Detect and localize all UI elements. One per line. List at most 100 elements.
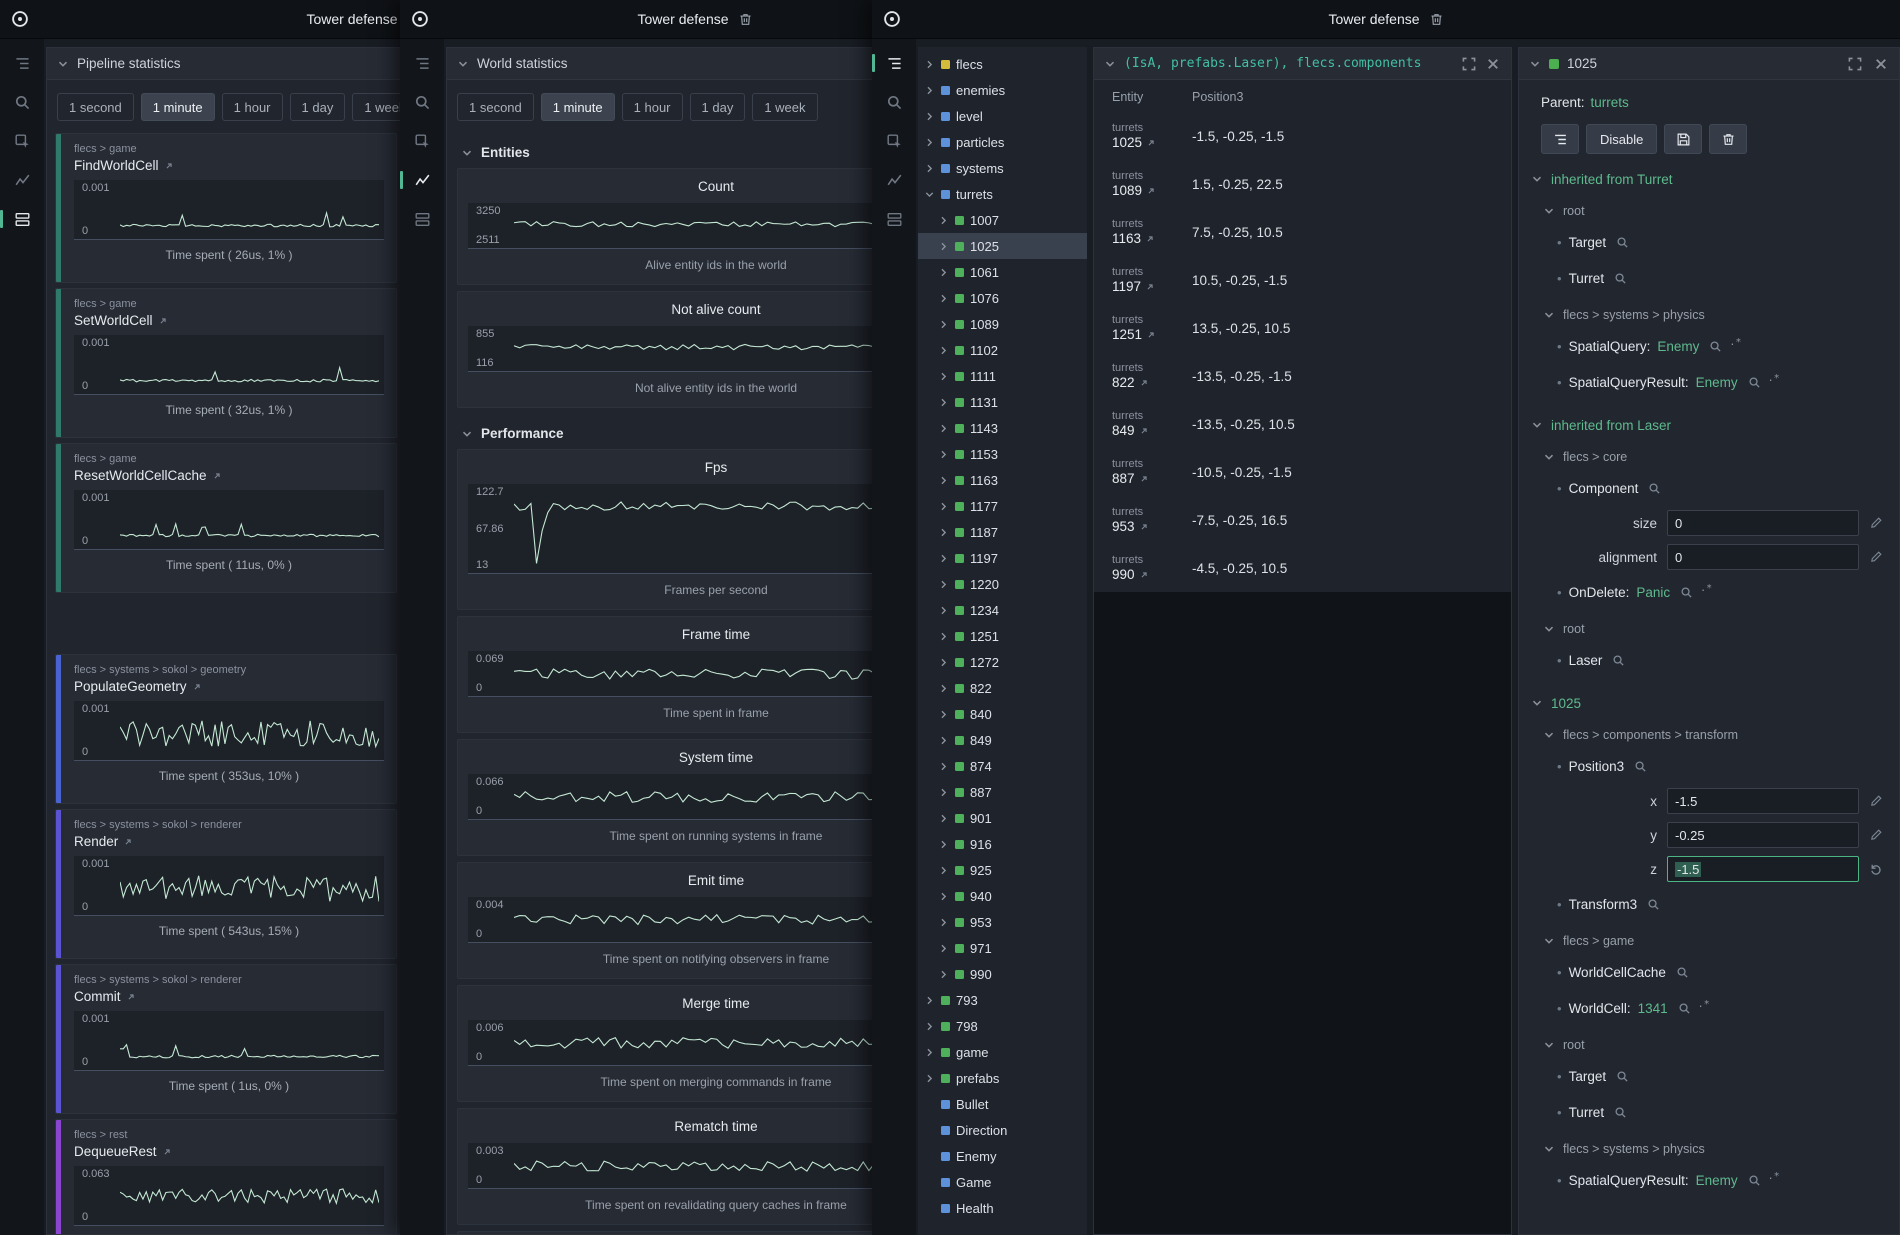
tree-item-Game[interactable]: Game <box>918 1169 1087 1195</box>
tree-item-1234[interactable]: 1234 <box>918 597 1087 623</box>
chevron-down-icon[interactable] <box>1104 58 1116 70</box>
search-icon[interactable] <box>1748 376 1761 389</box>
inspector-scope-heading[interactable]: flecs > systems > physics <box>1531 302 1887 328</box>
tree-item-1089[interactable]: 1089 <box>918 311 1087 337</box>
chevron-down-icon[interactable] <box>1531 697 1543 709</box>
entity-link[interactable]: 1163 <box>1112 231 1192 246</box>
fullscreen-icon[interactable] <box>1847 56 1863 72</box>
chevron-right-icon[interactable] <box>924 995 935 1006</box>
query-row-990[interactable]: turrets990-4.5, -0.25, 10.5 <box>1094 544 1511 592</box>
query-row-1197[interactable]: turrets119710.5, -0.25, -1.5 <box>1094 256 1511 304</box>
chevron-right-icon[interactable] <box>938 293 949 304</box>
disable-button[interactable]: Disable <box>1586 124 1657 154</box>
chevron-right-icon[interactable] <box>938 683 949 694</box>
chevron-right-icon[interactable] <box>938 969 949 980</box>
component-value[interactable]: Enemy <box>1696 1173 1738 1188</box>
trash-icon[interactable] <box>1429 12 1444 27</box>
chevron-down-icon[interactable] <box>461 147 473 159</box>
entity-link[interactable]: 953 <box>1112 519 1192 534</box>
search-icon[interactable] <box>1616 1070 1629 1083</box>
tables-icon[interactable] <box>882 207 906 231</box>
trash-icon[interactable] <box>738 12 753 27</box>
tree-item-1076[interactable]: 1076 <box>918 285 1087 311</box>
close-icon[interactable] <box>1485 56 1501 72</box>
tree-view-button[interactable] <box>1541 124 1579 154</box>
tree-item-1187[interactable]: 1187 <box>918 519 1087 545</box>
tree-item-1163[interactable]: 1163 <box>918 467 1087 493</box>
inspect-icon[interactable] <box>410 129 434 153</box>
time-range-1-second[interactable]: 1 second <box>57 93 134 121</box>
chevron-right-icon[interactable] <box>938 839 949 850</box>
external-link-icon[interactable] <box>1146 330 1156 340</box>
tree-item-Enemy[interactable]: Enemy <box>918 1143 1087 1169</box>
inspector-scope-heading[interactable]: flecs > core <box>1531 444 1887 470</box>
field-input-z[interactable]: -1.5 <box>1667 856 1859 882</box>
field-input-y[interactable]: -0.25 <box>1667 822 1859 848</box>
outliner-icon[interactable] <box>410 51 434 75</box>
chevron-right-icon[interactable] <box>924 1021 935 1032</box>
external-link-icon[interactable] <box>158 316 168 326</box>
query-row-849[interactable]: turrets849-13.5, -0.25, 10.5 <box>1094 400 1511 448</box>
tree-item-940[interactable]: 940 <box>918 883 1087 909</box>
chevron-down-icon[interactable] <box>924 189 935 200</box>
search-icon[interactable] <box>1614 272 1627 285</box>
chevron-down-icon[interactable] <box>1531 173 1543 185</box>
query-expression-input[interactable]: (IsA, prefabs.Laser), flecs.components <box>1124 56 1453 71</box>
pencil-icon[interactable] <box>1869 550 1883 564</box>
tree-item-1111[interactable]: 1111 <box>918 363 1087 389</box>
chevron-down-icon[interactable] <box>1543 451 1555 463</box>
panel-header[interactable]: Pipeline statistics <box>47 48 405 80</box>
inspect-icon[interactable] <box>10 129 34 153</box>
tree-item-887[interactable]: 887 <box>918 779 1087 805</box>
chevron-down-icon[interactable] <box>1543 935 1555 947</box>
search-icon[interactable] <box>1634 760 1647 773</box>
titlebar[interactable]: Tower defense <box>872 0 1900 39</box>
outliner-icon[interactable] <box>882 51 906 75</box>
time-range-1-hour[interactable]: 1 hour <box>622 93 683 121</box>
tables-icon[interactable] <box>410 207 434 231</box>
field-input-alignment[interactable]: 0 <box>1667 544 1859 570</box>
tree-item-particles[interactable]: particles <box>918 129 1087 155</box>
external-link-icon[interactable] <box>1145 282 1155 292</box>
tree-item-1143[interactable]: 1143 <box>918 415 1087 441</box>
tree-item-1025[interactable]: 1025 <box>918 233 1087 259</box>
query-row-1163[interactable]: turrets11637.5, -0.25, 10.5 <box>1094 208 1511 256</box>
time-range-1-minute[interactable]: 1 minute <box>541 93 615 121</box>
time-range-1-week[interactable]: 1 week <box>352 93 405 121</box>
external-link-icon[interactable] <box>162 1147 172 1157</box>
fullscreen-icon[interactable] <box>1461 56 1477 72</box>
chevron-right-icon[interactable] <box>938 215 949 226</box>
tree-item-1061[interactable]: 1061 <box>918 259 1087 285</box>
refs-icon[interactable]: .* <box>1768 373 1780 384</box>
chevron-down-icon[interactable] <box>1543 623 1555 635</box>
system-name-link[interactable]: PopulateGeometry <box>74 679 384 694</box>
tree-item-Bullet[interactable]: Bullet <box>918 1091 1087 1117</box>
inspector-scope-heading[interactable]: root <box>1531 616 1887 642</box>
search-icon[interactable] <box>1709 340 1722 353</box>
tables-icon[interactable] <box>10 207 34 231</box>
inspector-scope-heading[interactable]: root <box>1531 198 1887 224</box>
chevron-right-icon[interactable] <box>938 605 949 616</box>
entity-tree-panel[interactable]: flecsenemieslevelparticlessystemsturrets… <box>918 47 1087 1235</box>
chart-icon[interactable] <box>10 168 34 192</box>
external-link-icon[interactable] <box>1139 378 1149 388</box>
inspector-section-heading[interactable]: 1025 <box>1531 690 1887 716</box>
component-value[interactable]: 1341 <box>1638 1001 1668 1016</box>
external-link-icon[interactable] <box>123 837 133 847</box>
query-row-1251[interactable]: turrets125113.5, -0.25, 10.5 <box>1094 304 1511 352</box>
parent-link[interactable]: turrets <box>1591 95 1629 110</box>
time-range-1-day[interactable]: 1 day <box>290 93 346 121</box>
tree-item-systems[interactable]: systems <box>918 155 1087 181</box>
entity-link[interactable]: 1197 <box>1112 279 1192 294</box>
chevron-right-icon[interactable] <box>938 501 949 512</box>
external-link-icon[interactable] <box>1146 138 1156 148</box>
time-range-1-hour[interactable]: 1 hour <box>222 93 283 121</box>
inspector-section-heading[interactable]: inherited from Turret <box>1531 166 1887 192</box>
chevron-down-icon[interactable] <box>1529 58 1541 70</box>
entity-link[interactable]: 1089 <box>1112 183 1192 198</box>
inspector-scope-heading[interactable]: flecs > systems > physics <box>1531 1136 1887 1162</box>
pencil-icon[interactable] <box>1869 828 1883 842</box>
chevron-right-icon[interactable] <box>938 631 949 642</box>
chevron-down-icon[interactable] <box>57 58 69 70</box>
chevron-right-icon[interactable] <box>938 449 949 460</box>
